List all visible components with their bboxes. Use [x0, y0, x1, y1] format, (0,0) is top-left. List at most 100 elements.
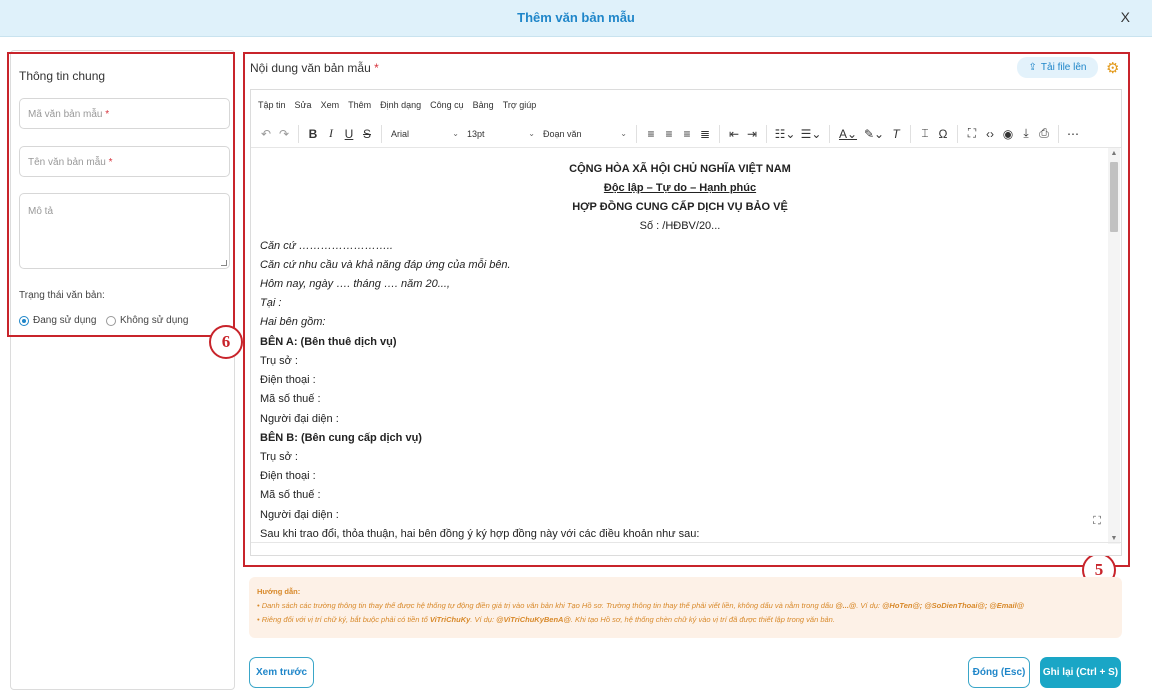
expand-icon[interactable]: ⛶	[1089, 513, 1105, 529]
scroll-down-arrow-icon[interactable]: ▼	[1108, 535, 1120, 542]
source-code-icon[interactable]: ‹›	[981, 124, 999, 144]
close-esc-button[interactable]: Đóng (Esc)	[968, 657, 1030, 688]
scroll-up-arrow-icon[interactable]: ▲	[1108, 150, 1120, 157]
save-button[interactable]: Ghi lại (Ctrl + S)	[1040, 657, 1121, 688]
strikethrough-icon[interactable]: S	[358, 124, 376, 144]
undo-icon[interactable]: ↶	[257, 124, 275, 144]
menu-table[interactable]: Bảng	[473, 100, 494, 110]
guide-line-1: • Danh sách các trường thông tin thay th…	[257, 601, 1025, 610]
guide-title: Hướng dẫn:	[257, 587, 301, 596]
rich-text-editor: Tập tin Sửa Xem Thêm Định dạng Công cụ B…	[250, 89, 1122, 556]
toolbar-divider	[957, 124, 958, 143]
redo-icon[interactable]: ↷	[275, 124, 293, 144]
print-icon[interactable]: ⎙	[1035, 124, 1053, 144]
guide-text: . Khi tạo Hồ sơ, hệ thống chèn chữ ký và…	[570, 615, 835, 624]
indent-icon[interactable]: ⇥	[743, 124, 761, 144]
font-size-select[interactable]: 13pt ⌄	[463, 124, 539, 144]
block-format-select[interactable]: Đoạn văn ⌄	[539, 124, 631, 144]
download-icon[interactable]: ⤓	[1017, 124, 1035, 144]
description-textarea[interactable]: Mô tả	[19, 193, 230, 269]
document-body[interactable]: CỘNG HÒA XÃ HỘI CHỦ NGHĨA VIỆT NAM Độc l…	[251, 148, 1109, 544]
toolbar-divider	[719, 124, 720, 143]
font-family-select[interactable]: Arial ⌄	[387, 124, 463, 144]
text-color-icon[interactable]: A⌄	[835, 124, 861, 144]
doc-line: Người đại diện :	[260, 413, 339, 425]
template-name-input[interactable]: Tên văn bản mẫu *	[19, 146, 230, 177]
template-code-placeholder: Mã văn bản mẫu	[28, 109, 103, 120]
underline-icon[interactable]: U	[340, 124, 358, 144]
guide-box: Hướng dẫn: • Danh sách các trường thông …	[249, 577, 1122, 638]
menu-file[interactable]: Tập tin	[258, 100, 286, 110]
editor-scrollbar[interactable]: ▲ ▼	[1108, 148, 1120, 544]
gear-icon[interactable]: ⚙	[1106, 59, 1119, 77]
special-character-icon[interactable]: Ω	[934, 124, 952, 144]
required-mark: *	[374, 61, 379, 75]
doc-line: Trụ sở :	[260, 355, 298, 367]
doc-line: Điện thoại :	[260, 470, 316, 482]
resize-grip-icon[interactable]	[221, 260, 227, 266]
upload-file-button[interactable]: ⇪ Tải file lên	[1017, 57, 1098, 78]
modal-header: Thêm văn bản mẫu X	[0, 0, 1152, 37]
upload-icon: ⇪	[1028, 62, 1037, 73]
editor-menubar: Tập tin Sửa Xem Thêm Định dạng Công cụ B…	[251, 90, 1121, 120]
align-left-icon[interactable]: ≡	[642, 124, 660, 144]
radio-unchecked-icon[interactable]	[106, 315, 116, 326]
description-placeholder: Mô tả	[28, 206, 54, 217]
numbered-list-icon[interactable]: ☷⌄	[772, 124, 798, 144]
toolbar-divider	[910, 124, 911, 143]
editor-toolbar: ↶ ↷ B I U S Arial ⌄ 13pt ⌄ Đoạn văn ⌄ ≡ …	[251, 120, 1121, 148]
close-button[interactable]: X	[1121, 9, 1130, 25]
align-justify-icon[interactable]: ≣	[696, 124, 714, 144]
more-icon[interactable]: ⋯	[1064, 124, 1082, 144]
bullet-list-icon[interactable]: ☰⌄	[798, 124, 824, 144]
doc-heading-country: CỘNG HÒA XÃ HỘI CHỦ NGHĨA VIỆT NAM	[569, 163, 791, 175]
radio-checked-icon[interactable]	[19, 315, 29, 326]
doc-party-b-title: BÊN B: (Bên cung cấp dịch vụ)	[260, 432, 422, 444]
chevron-down-icon: ⌄	[620, 129, 627, 138]
menu-tools[interactable]: Công cụ	[430, 100, 464, 110]
guide-text: . Ví dụ:	[856, 601, 880, 610]
status-option-active[interactable]: Đang sử dụng	[19, 315, 96, 326]
menu-help[interactable]: Trợ giúp	[503, 100, 537, 110]
italic-icon[interactable]: I	[322, 124, 340, 144]
menu-format[interactable]: Định dạng	[380, 100, 421, 110]
preview-button[interactable]: Xem trước	[249, 657, 314, 688]
doc-line: Hôm nay, ngày …. tháng …. năm 20...,	[260, 278, 450, 290]
bold-icon[interactable]: B	[304, 124, 322, 144]
menu-insert[interactable]: Thêm	[348, 100, 371, 110]
menu-view[interactable]: Xem	[321, 100, 340, 110]
doc-line: Người đại diện :	[260, 509, 339, 521]
guide-code: @HoTen@; @SoDienThoai@; @Email@	[882, 601, 1025, 610]
clear-formatting-icon[interactable]: T	[887, 124, 905, 144]
required-mark: *	[105, 109, 110, 120]
doc-line: Hai bên gồm:	[260, 316, 326, 328]
menu-edit[interactable]: Sửa	[295, 100, 312, 110]
page-break-icon[interactable]: ⌶	[916, 124, 934, 144]
scroll-thumb[interactable]	[1110, 162, 1118, 232]
align-center-icon[interactable]: ≡	[660, 124, 678, 144]
guide-text: Danh sách các trường thông tin thay thế …	[261, 601, 834, 610]
toolbar-divider	[766, 124, 767, 143]
preview-icon[interactable]: ◉	[999, 124, 1017, 144]
toolbar-divider	[1058, 124, 1059, 143]
outdent-icon[interactable]: ⇤	[725, 124, 743, 144]
doc-line: Tại :	[260, 297, 282, 309]
status-option-inactive[interactable]: Không sử dụng	[106, 315, 188, 326]
doc-party-a-title: BÊN A: (Bên thuê dịch vụ)	[260, 336, 397, 348]
required-mark: *	[108, 157, 113, 168]
doc-heading-motto: Độc lập – Tự do – Hạnh phúc	[603, 182, 757, 194]
highlight-color-icon[interactable]: ✎⌄	[861, 124, 887, 144]
upload-label: Tải file lên	[1040, 62, 1087, 73]
fullscreen-icon[interactable]: ⛶	[963, 124, 981, 144]
align-right-icon[interactable]: ≡	[678, 124, 696, 144]
doc-line: Trụ sở :	[260, 451, 298, 463]
content-label-text: Nội dung văn bản mẫu	[250, 61, 371, 75]
template-code-input[interactable]: Mã văn bản mẫu *	[19, 98, 230, 129]
callout-badge-6: 6	[209, 325, 243, 359]
doc-line: Mã số thuế :	[260, 393, 321, 405]
status-label: Trạng thái văn bản:	[19, 290, 105, 301]
general-info-panel: Thông tin chung Mã văn bản mẫu * Tên văn…	[10, 50, 235, 690]
template-name-placeholder: Tên văn bản mẫu	[28, 157, 106, 168]
doc-number: Số : /HĐBV/20...	[639, 220, 721, 232]
section-title: Thông tin chung	[19, 69, 106, 83]
